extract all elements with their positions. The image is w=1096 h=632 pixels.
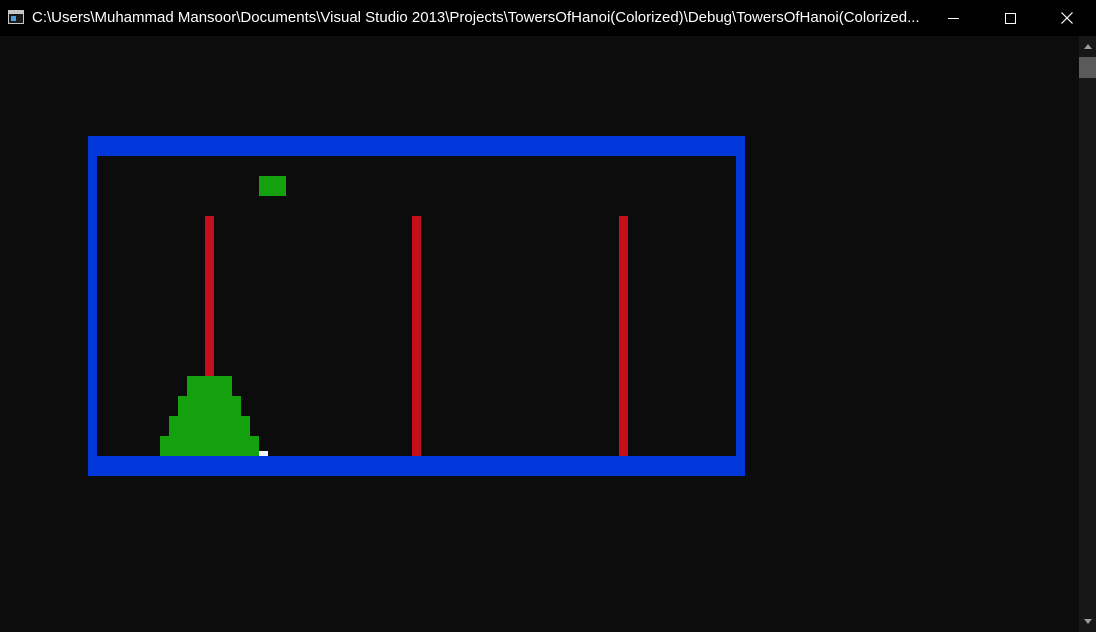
peg-2: [412, 216, 421, 456]
peg-3: [619, 216, 628, 456]
close-button[interactable]: [1044, 0, 1090, 36]
scroll-down-button[interactable]: [1079, 613, 1096, 630]
text-cursor: [259, 451, 268, 456]
disk-4: [160, 436, 259, 456]
board-frame-left: [88, 136, 97, 476]
minimize-button[interactable]: [930, 0, 976, 36]
disk-1: [187, 376, 232, 396]
minimize-icon: [947, 17, 959, 19]
chevron-down-icon: [1083, 619, 1092, 624]
console-window: C:\Users\Muhammad Mansoor\Documents\Visu…: [0, 0, 1096, 632]
disk-2: [178, 396, 241, 416]
console-area[interactable]: [0, 36, 1079, 632]
board-frame-right: [736, 136, 745, 476]
board-frame-bottom: [88, 456, 745, 476]
disk-3: [169, 416, 250, 436]
title-bar[interactable]: C:\Users\Muhammad Mansoor\Documents\Visu…: [0, 0, 1096, 36]
console-app-icon[interactable]: [8, 10, 24, 24]
vertical-scrollbar[interactable]: [1079, 36, 1096, 632]
board-frame-top: [88, 136, 745, 156]
scroll-up-button[interactable]: [1079, 38, 1096, 55]
window-title: C:\Users\Muhammad Mansoor\Documents\Visu…: [32, 9, 920, 26]
close-icon: [1061, 12, 1073, 24]
scroll-thumb[interactable]: [1079, 57, 1096, 78]
chevron-up-icon: [1083, 44, 1092, 49]
maximize-icon: [1004, 12, 1016, 24]
maximize-button[interactable]: [987, 0, 1033, 36]
held-disk: [259, 176, 286, 196]
